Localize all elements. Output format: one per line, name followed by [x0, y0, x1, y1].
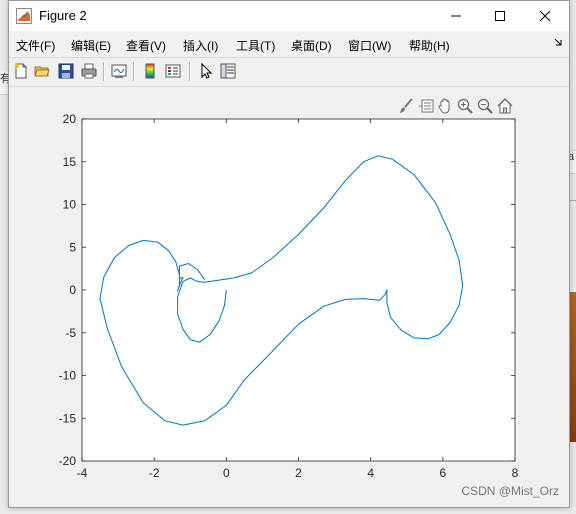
y-tick-label: -10 [59, 369, 77, 383]
x-tick-label: 6 [439, 466, 446, 480]
watermark-text: CSDN @Mist_Orz [461, 484, 559, 498]
line-plot[interactable]: -4 -2 0 2 4 6 8-20-15-10-505101520 [9, 1, 569, 507]
y-tick-label: -5 [65, 326, 76, 340]
x-tick-label: 4 [367, 466, 374, 480]
background-image-edge [569, 292, 576, 442]
y-tick-label: 0 [69, 283, 76, 297]
axes-box [81, 118, 516, 462]
figure-window: Figure 2 文件(F) 编辑(E) 查看(V) 插入(I) 工具(T) 桌… [8, 0, 570, 508]
x-tick-label: 2 [295, 466, 302, 480]
y-tick-label: -20 [59, 454, 77, 468]
x-tick-label: 0 [223, 466, 230, 480]
y-tick-label: 15 [63, 155, 77, 169]
y-tick-label: 10 [63, 198, 77, 212]
x-tick-label: 8 [512, 466, 519, 480]
y-tick-label: 20 [63, 112, 77, 126]
y-tick-label: -15 [59, 411, 77, 425]
x-tick-label: -2 [149, 466, 160, 480]
y-tick-label: 5 [69, 240, 76, 254]
x-tick-label: -4 [77, 466, 88, 480]
background-window-edge-left: 有 [0, 70, 8, 95]
